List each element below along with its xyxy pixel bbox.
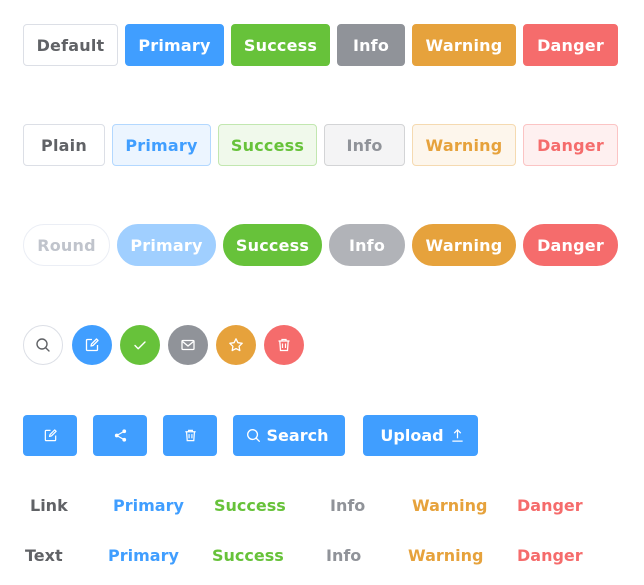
default-button[interactable]: Default [23, 24, 118, 66]
search-icon [246, 429, 260, 442]
upload-button-label: Upload [380, 426, 444, 445]
circle-edit-button[interactable] [72, 325, 112, 365]
plain-primary-button[interactable]: Primary [112, 124, 211, 166]
edit-icon [44, 429, 57, 442]
delete-icon [278, 338, 290, 352]
danger-button[interactable]: Danger [523, 24, 618, 66]
primary-button[interactable]: Primary [125, 24, 224, 66]
link-danger[interactable]: Danger [517, 496, 583, 515]
text-info-button[interactable]: Info [326, 546, 361, 565]
link-success[interactable]: Success [214, 496, 286, 515]
upload-button[interactable]: Upload [363, 415, 478, 456]
link-primary[interactable]: Primary [113, 496, 184, 515]
search-icon [36, 338, 50, 352]
circle-search-button[interactable] [23, 325, 63, 365]
round-danger-button[interactable]: Danger [523, 224, 618, 266]
search-button[interactable]: Search [233, 415, 345, 456]
plain-success-button[interactable]: Success [218, 124, 317, 166]
star-icon [229, 338, 243, 352]
success-button[interactable]: Success [231, 24, 330, 66]
plain-warning-button[interactable]: Warning [412, 124, 516, 166]
text-warning-button[interactable]: Warning [408, 546, 483, 565]
text-primary-button[interactable]: Primary [108, 546, 179, 565]
edit-button[interactable] [23, 415, 77, 456]
round-success-button[interactable]: Success [223, 224, 322, 266]
text-danger-button[interactable]: Danger [517, 546, 583, 565]
link-info[interactable]: Info [330, 496, 365, 515]
circle-star-button[interactable] [216, 325, 256, 365]
plain-info-button[interactable]: Info [324, 124, 405, 166]
circle-delete-button[interactable] [264, 325, 304, 365]
upload-icon [451, 429, 463, 442]
round-primary-button[interactable]: Primary [117, 224, 216, 266]
message-icon [181, 339, 195, 351]
plain-button[interactable]: Plain [23, 124, 105, 166]
share-button[interactable] [93, 415, 147, 456]
round-info-button[interactable]: Info [329, 224, 405, 266]
circle-message-button[interactable] [168, 325, 208, 365]
circle-check-button[interactable] [120, 325, 160, 365]
link-default[interactable]: Link [30, 496, 68, 515]
delete-icon [184, 429, 196, 442]
edit-icon [85, 338, 99, 352]
round-button[interactable]: Round [23, 224, 110, 266]
check-icon [134, 341, 146, 350]
text-default-button[interactable]: Text [25, 546, 63, 565]
search-button-label: Search [266, 426, 329, 445]
plain-danger-button[interactable]: Danger [523, 124, 618, 166]
link-warning[interactable]: Warning [412, 496, 487, 515]
share-icon [114, 429, 126, 442]
round-warning-button[interactable]: Warning [412, 224, 516, 266]
delete-button[interactable] [163, 415, 217, 456]
warning-button[interactable]: Warning [412, 24, 516, 66]
info-button[interactable]: Info [337, 24, 405, 66]
text-success-button[interactable]: Success [212, 546, 284, 565]
